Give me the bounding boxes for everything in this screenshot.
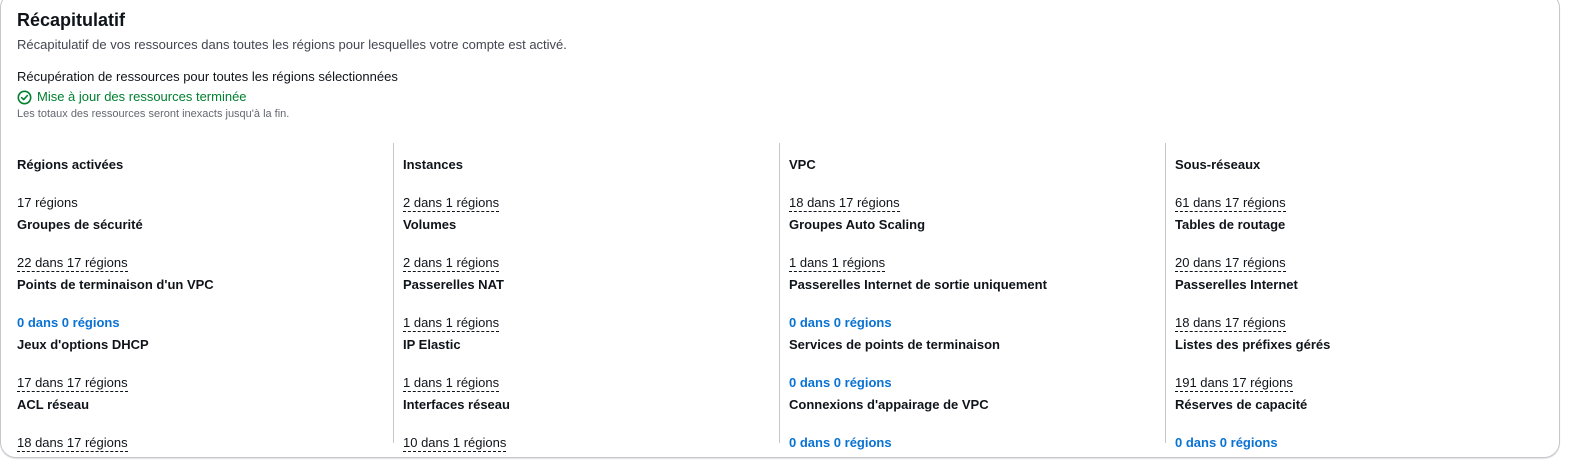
summary-panel: Récapitulatif Récapitulatif de vos resso… (0, 0, 1560, 458)
resource-item-sous-reseaux: Sous-réseaux 61 dans 17 régions (1175, 156, 1286, 212)
resource-count[interactable]: 2 dans 1 régions (403, 194, 500, 212)
resource-label: Connexions d'appairage de VPC (789, 397, 989, 412)
resource-column-3: VPC 18 dans 17 régions Groupes Auto Scalin… (789, 143, 1175, 450)
resource-item-volumes: Volumes 2 dans 1 régions (403, 216, 500, 272)
resource-label: Points de terminaison d'un VPC (17, 277, 214, 292)
resource-item-connexions-d-appairage-de-vpc: Connexions d'appairage de VPC 0 dans 0 ré… (789, 396, 989, 450)
resource-label: Listes des préfixes gérés (1175, 337, 1331, 352)
resource-item-points-de-terminaison-d-un-vpc: Points de terminaison d'un VPC 0 dans 0 r… (17, 276, 214, 330)
resource-item-passerelles-internet-de-sortie-uniquement: Passerelles Internet de sortie uniquemen… (789, 276, 1047, 330)
resource-count[interactable]: 22 dans 17 régions (17, 254, 128, 272)
resource-label: Interfaces réseau (403, 397, 510, 412)
resource-count[interactable]: 61 dans 17 régions (1175, 194, 1286, 212)
resource-label: Groupes de sécurité (17, 217, 143, 232)
resource-item-interfaces-reseau: Interfaces réseau 10 dans 1 régions (403, 396, 510, 452)
update-status-text: Mise à jour des ressources terminée (37, 89, 247, 104)
resource-item-acl-reseau: ACL réseau 18 dans 17 régions (17, 396, 128, 452)
resource-label: Instances (403, 157, 463, 172)
resource-grid: Régions activées 17 régions Groupes de séc… (1, 143, 1561, 452)
panel-description: Récapitulatif de vos ressources dans tou… (17, 37, 567, 52)
resource-label: Tables de routage (1175, 217, 1286, 232)
resource-count-link[interactable]: 0 dans 0 régions (1175, 434, 1278, 452)
resource-label: VPC (789, 157, 816, 172)
accuracy-note: Les totaux des ressources seront inexact… (17, 108, 290, 120)
resource-label: Sous-réseaux (1175, 157, 1261, 172)
resource-label: IP Elastic (403, 337, 461, 352)
resource-label: Volumes (403, 217, 457, 232)
resource-count-link[interactable]: 0 dans 0 régions (17, 314, 120, 332)
resource-count[interactable]: 18 dans 17 régions (17, 434, 128, 452)
resource-item-passerelles-internet: Passerelles Internet 18 dans 17 régions (1175, 276, 1298, 332)
update-status: Mise à jour des ressources terminée (17, 88, 247, 106)
resource-item-services-de-points-de-terminaison: Services de points de terminaison 0 dans … (789, 336, 1000, 390)
resource-label: ACL réseau (17, 397, 90, 412)
resource-label: Jeux d'options DHCP (17, 337, 149, 352)
resource-count: 17 régions (17, 195, 78, 210)
resource-item-ip-elastic: IP Elastic 1 dans 1 régions (403, 336, 500, 392)
resource-count-link[interactable]: 0 dans 0 régions (789, 434, 892, 452)
resource-item-tables-de-routage: Tables de routage 20 dans 17 régions (1175, 216, 1286, 272)
resource-item-groupes-auto-scaling: Groupes Auto Scaling 1 dans 1 régions (789, 216, 926, 272)
resource-item-vpc: VPC 18 dans 17 régions (789, 156, 900, 212)
resource-count[interactable]: 1 dans 1 régions (789, 254, 886, 272)
resource-count-link[interactable]: 0 dans 0 régions (789, 314, 892, 332)
resource-count[interactable]: 10 dans 1 régions (403, 434, 507, 452)
resource-item-regions-activees: Régions activées 17 régions (17, 156, 124, 210)
resource-count[interactable]: 1 dans 1 régions (403, 374, 500, 392)
resource-item-listes-des-prefixes-geres: Listes des préfixes gérés 191 dans 17 rég… (1175, 336, 1331, 392)
resource-column-2: Instances 2 dans 1 régions Volumes 2 dans 1… (403, 143, 789, 452)
resource-item-passerelles-nat: Passerelles NAT 1 dans 1 régions (403, 276, 504, 332)
resource-count-link[interactable]: 0 dans 0 régions (789, 374, 892, 392)
resource-count[interactable]: 20 dans 17 régions (1175, 254, 1286, 272)
resource-label: Passerelles Internet (1175, 277, 1298, 292)
resource-count[interactable]: 17 dans 17 régions (17, 374, 128, 392)
resource-label: Régions activées (17, 157, 124, 172)
fetch-status-label: Récupération de ressources pour toutes l… (17, 69, 398, 84)
resource-count[interactable]: 1 dans 1 régions (403, 314, 500, 332)
resource-label: Groupes Auto Scaling (789, 217, 926, 232)
check-circle-icon (17, 90, 32, 104)
resource-item-groupes-de-securite: Groupes de sécurité 22 dans 17 régions (17, 216, 143, 272)
resource-label: Passerelles Internet de sortie uniquemen… (789, 277, 1047, 292)
resource-label: Réserves de capacité (1175, 397, 1308, 412)
resource-count[interactable]: 2 dans 1 régions (403, 254, 500, 272)
panel-title: Récapitulatif (17, 10, 126, 30)
resource-column-4: Sous-réseaux 61 dans 17 régions Tables de … (1175, 143, 1561, 450)
resource-count[interactable]: 18 dans 17 régions (789, 194, 900, 212)
resource-column-1: Régions activées 17 régions Groupes de séc… (17, 143, 403, 452)
resource-label: Passerelles NAT (403, 277, 504, 292)
resource-count[interactable]: 191 dans 17 régions (1175, 374, 1293, 392)
resource-item-jeux-d-options-dhcp: Jeux d'options DHCP 17 dans 17 régions (17, 336, 149, 392)
resource-label: Services de points de terminaison (789, 337, 1000, 352)
resource-count[interactable]: 18 dans 17 régions (1175, 314, 1286, 332)
resource-item-reserves-de-capacite: Réserves de capacité 0 dans 0 régions (1175, 396, 1308, 450)
resource-item-instances: Instances 2 dans 1 régions (403, 156, 500, 212)
